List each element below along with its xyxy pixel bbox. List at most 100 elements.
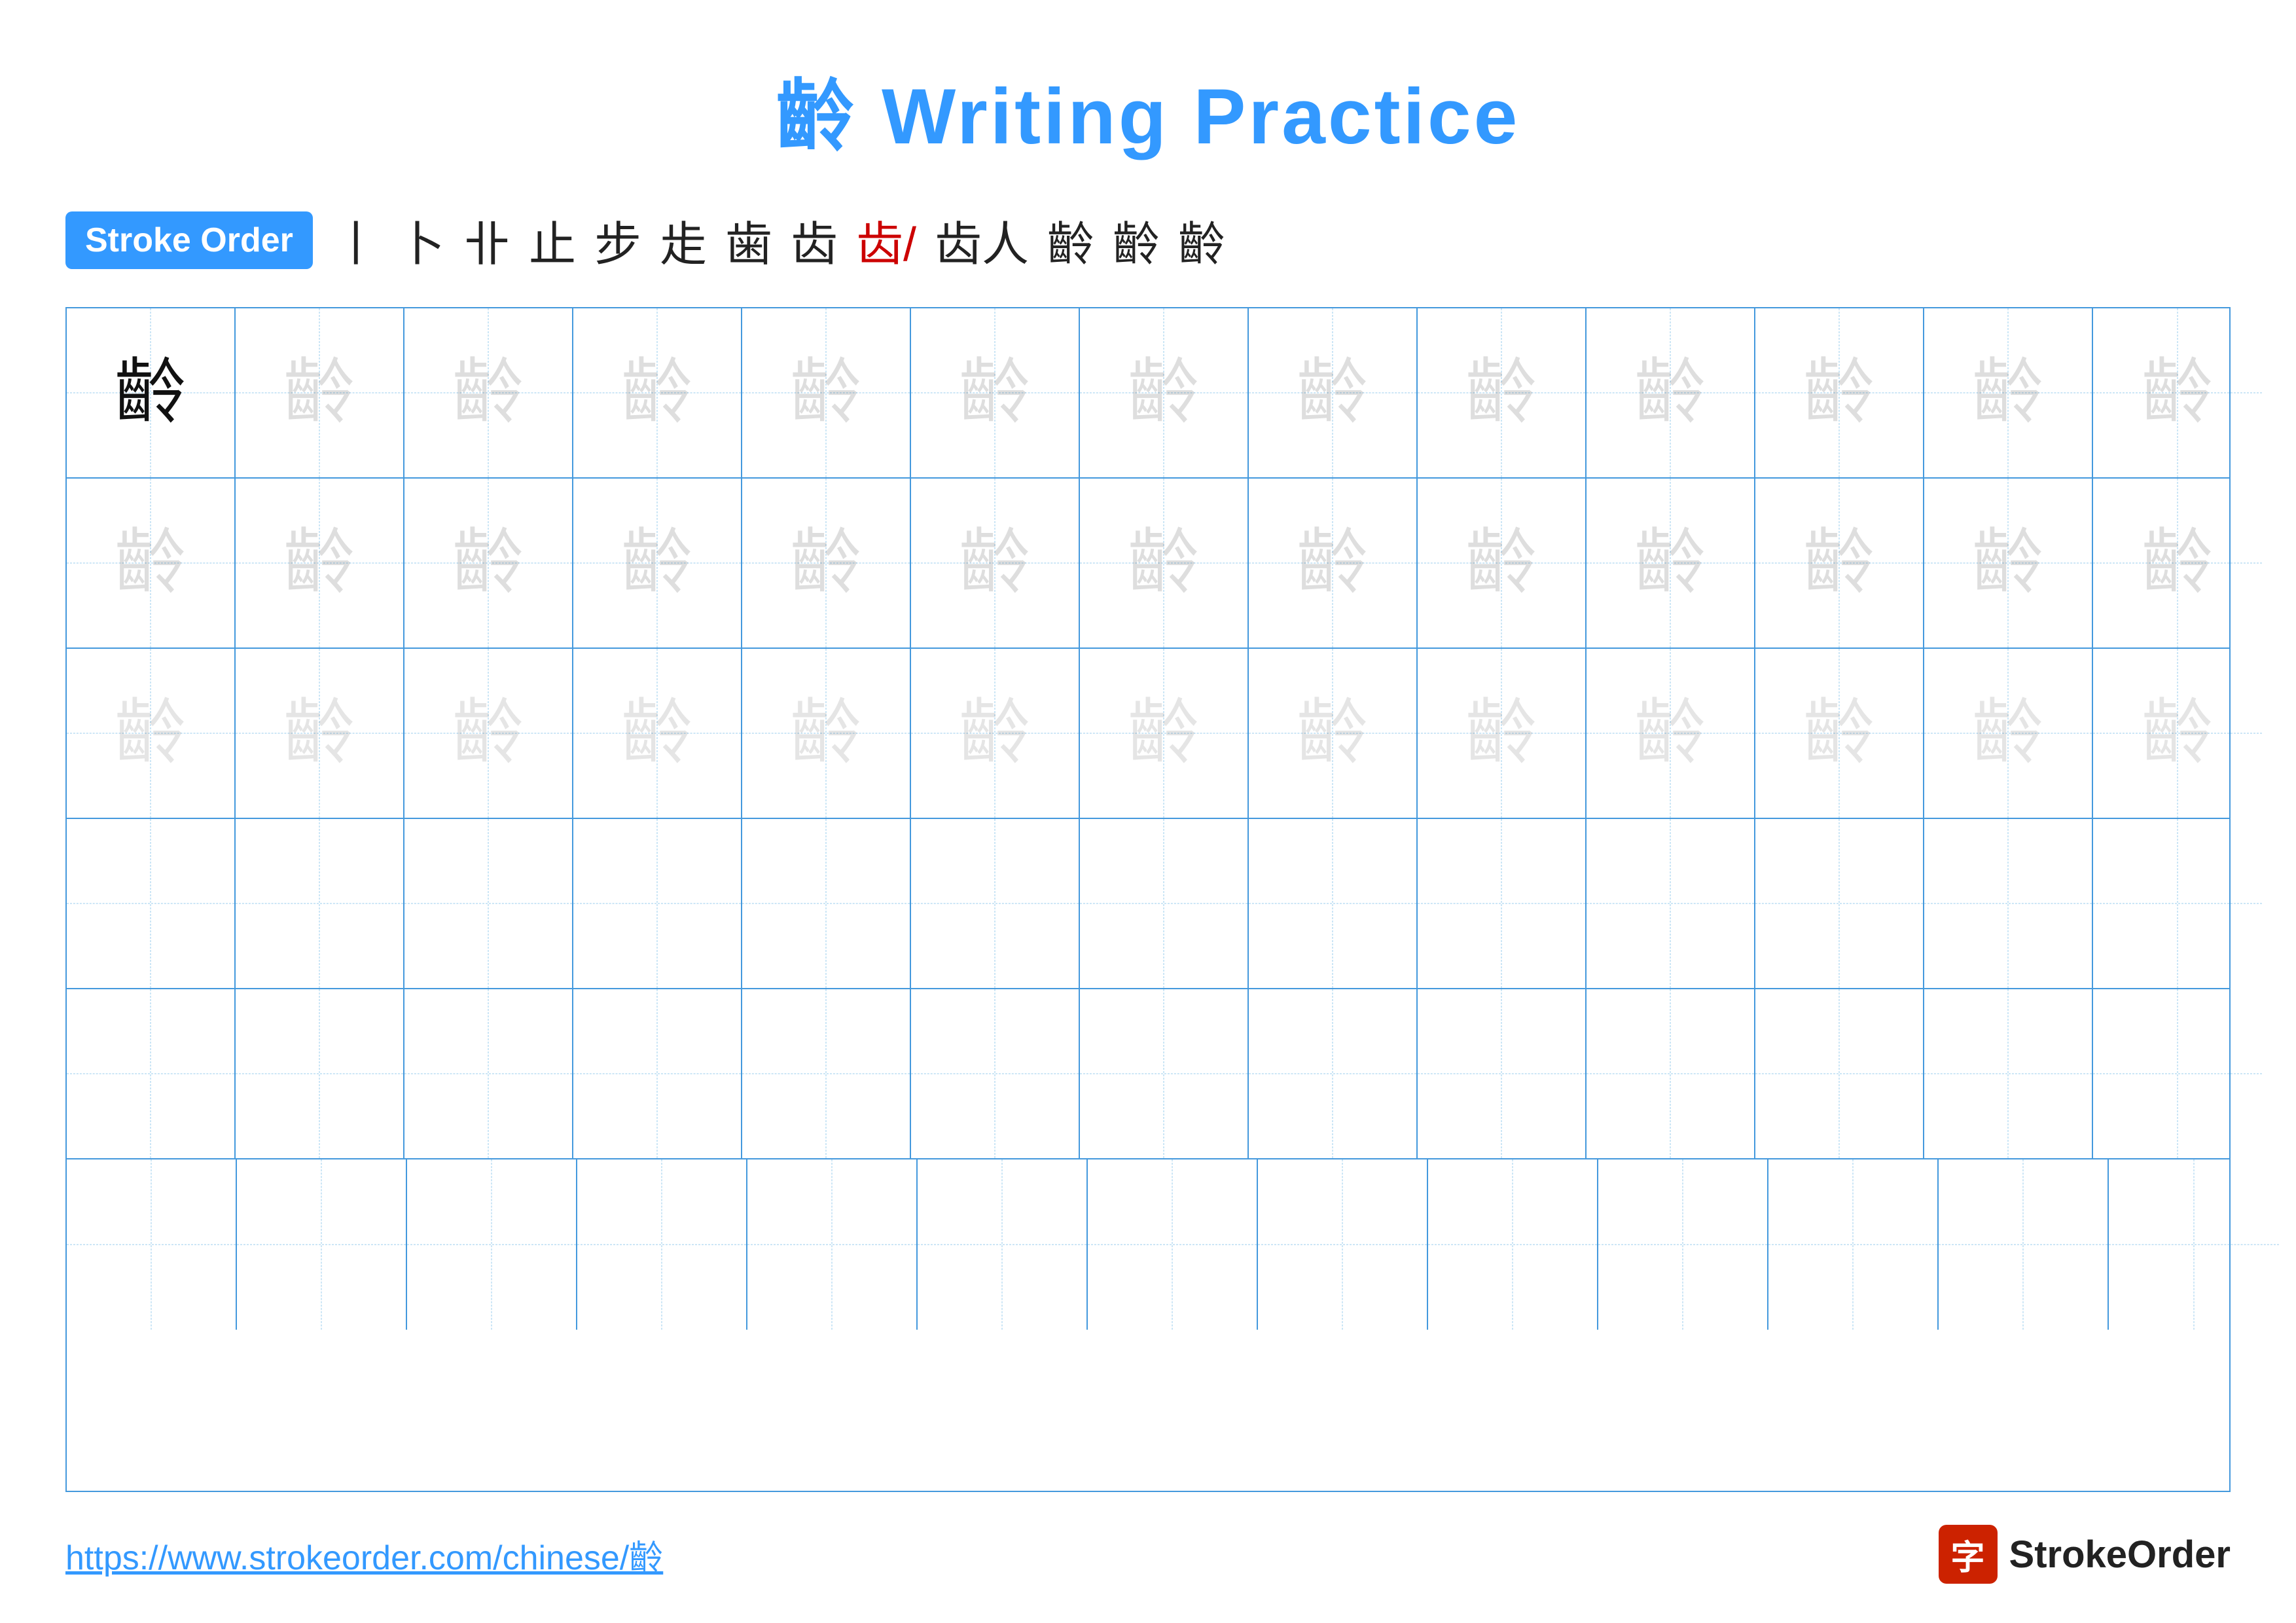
cell-1-6[interactable]: 齡 — [911, 308, 1080, 477]
stroke-8: 齿 — [791, 206, 838, 274]
stroke-6: 歨 — [660, 206, 707, 274]
cell-3-8[interactable]: 齡 — [1249, 649, 1418, 818]
cell-1-5[interactable]: 齡 — [742, 308, 911, 477]
stroke-12: 齡 — [1113, 206, 1160, 274]
char-lighter: 齡 — [1465, 697, 1537, 769]
cell-5-10[interactable] — [1587, 989, 1755, 1158]
cell-6-9[interactable] — [1428, 1159, 1598, 1330]
logo-text: StrokeOrder — [2009, 1533, 2231, 1577]
cell-4-4[interactable] — [573, 819, 742, 988]
title-kanji: 齡 — [776, 73, 857, 160]
cell-6-2[interactable] — [237, 1159, 407, 1330]
cell-1-4[interactable]: 齡 — [573, 308, 742, 477]
cell-1-13[interactable]: 齡 — [2093, 308, 2262, 477]
cell-6-13[interactable] — [2109, 1159, 2279, 1330]
cell-5-13[interactable] — [2093, 989, 2262, 1158]
cell-1-11[interactable]: 齡 — [1755, 308, 1924, 477]
char-lighter: 齡 — [1972, 697, 2044, 769]
char-faint: 齡 — [1634, 357, 1706, 429]
cell-6-1[interactable] — [67, 1159, 237, 1330]
cell-3-5[interactable]: 齡 — [742, 649, 911, 818]
char-solid: 齡 — [115, 357, 187, 429]
cell-2-12[interactable]: 齡 — [1924, 479, 2093, 647]
cell-4-5[interactable] — [742, 819, 911, 988]
cell-4-11[interactable] — [1755, 819, 1924, 988]
cell-1-2[interactable]: 齡 — [236, 308, 404, 477]
page-container: 齡 Writing Practice Stroke Order 丨 卜 卝 止 … — [0, 0, 2296, 1623]
cell-6-6[interactable] — [918, 1159, 1088, 1330]
char-faint: 齡 — [790, 357, 862, 429]
cell-5-7[interactable] — [1080, 989, 1249, 1158]
cell-2-13[interactable]: 齡 — [2093, 479, 2262, 647]
cell-2-6[interactable]: 齡 — [911, 479, 1080, 647]
cell-4-6[interactable] — [911, 819, 1080, 988]
cell-2-9[interactable]: 齡 — [1418, 479, 1587, 647]
cell-1-3[interactable]: 齡 — [404, 308, 573, 477]
cell-2-8[interactable]: 齡 — [1249, 479, 1418, 647]
cell-6-11[interactable] — [1768, 1159, 1939, 1330]
cell-1-10[interactable]: 齡 — [1587, 308, 1755, 477]
cell-5-9[interactable] — [1418, 989, 1587, 1158]
cell-3-10[interactable]: 齡 — [1587, 649, 1755, 818]
cell-5-2[interactable] — [236, 989, 404, 1158]
stroke-10: 齿人 — [935, 206, 1029, 274]
cell-5-12[interactable] — [1924, 989, 2093, 1158]
cell-6-4[interactable] — [577, 1159, 747, 1330]
cell-3-1[interactable]: 齡 — [67, 649, 236, 818]
cell-5-5[interactable] — [742, 989, 911, 1158]
grid-row-2: 齡 齡 齡 齡 齡 齡 齡 齡 齡 — [67, 479, 2229, 649]
cell-1-8[interactable]: 齡 — [1249, 308, 1418, 477]
cell-3-2[interactable]: 齡 — [236, 649, 404, 818]
char-lighter: 齡 — [452, 697, 524, 769]
cell-6-10[interactable] — [1598, 1159, 1768, 1330]
cell-2-5[interactable]: 齡 — [742, 479, 911, 647]
char-faint: 齡 — [1465, 527, 1537, 599]
cell-5-3[interactable] — [404, 989, 573, 1158]
cell-6-12[interactable] — [1939, 1159, 2109, 1330]
cell-4-13[interactable] — [2093, 819, 2262, 988]
cell-2-11[interactable]: 齡 — [1755, 479, 1924, 647]
cell-1-12[interactable]: 齡 — [1924, 308, 2093, 477]
cell-4-1[interactable] — [67, 819, 236, 988]
cell-4-7[interactable] — [1080, 819, 1249, 988]
cell-5-6[interactable] — [911, 989, 1080, 1158]
char-faint: 齡 — [1297, 357, 1369, 429]
cell-1-1[interactable]: 齡 — [67, 308, 236, 477]
cell-3-4[interactable]: 齡 — [573, 649, 742, 818]
cell-4-3[interactable] — [404, 819, 573, 988]
cell-2-7[interactable]: 齡 — [1080, 479, 1249, 647]
cell-6-3[interactable] — [407, 1159, 577, 1330]
cell-2-4[interactable]: 齡 — [573, 479, 742, 647]
stroke-order-badge: Stroke Order — [65, 211, 313, 269]
footer-url[interactable]: https://www.strokeorder.com/chinese/齡 — [65, 1530, 663, 1579]
cell-4-8[interactable] — [1249, 819, 1418, 988]
cell-6-8[interactable] — [1258, 1159, 1428, 1330]
cell-1-9[interactable]: 齡 — [1418, 308, 1587, 477]
title-text: Writing Practice — [882, 73, 1520, 160]
cell-5-8[interactable] — [1249, 989, 1418, 1158]
char-faint: 齡 — [1465, 357, 1537, 429]
char-lighter: 齡 — [1128, 697, 1200, 769]
cell-6-5[interactable] — [747, 1159, 918, 1330]
cell-6-7[interactable] — [1088, 1159, 1258, 1330]
cell-3-13[interactable]: 齡 — [2093, 649, 2262, 818]
cell-3-3[interactable]: 齡 — [404, 649, 573, 818]
cell-2-2[interactable]: 齡 — [236, 479, 404, 647]
cell-1-7[interactable]: 齡 — [1080, 308, 1249, 477]
cell-4-9[interactable] — [1418, 819, 1587, 988]
cell-5-11[interactable] — [1755, 989, 1924, 1158]
cell-2-3[interactable]: 齡 — [404, 479, 573, 647]
char-lighter: 齡 — [959, 697, 1031, 769]
cell-2-10[interactable]: 齡 — [1587, 479, 1755, 647]
cell-3-9[interactable]: 齡 — [1418, 649, 1587, 818]
cell-5-4[interactable] — [573, 989, 742, 1158]
cell-4-2[interactable] — [236, 819, 404, 988]
cell-3-12[interactable]: 齡 — [1924, 649, 2093, 818]
cell-3-11[interactable]: 齡 — [1755, 649, 1924, 818]
cell-2-1[interactable]: 齡 — [67, 479, 236, 647]
cell-4-10[interactable] — [1587, 819, 1755, 988]
cell-3-7[interactable]: 齡 — [1080, 649, 1249, 818]
cell-5-1[interactable] — [67, 989, 236, 1158]
cell-4-12[interactable] — [1924, 819, 2093, 988]
cell-3-6[interactable]: 齡 — [911, 649, 1080, 818]
